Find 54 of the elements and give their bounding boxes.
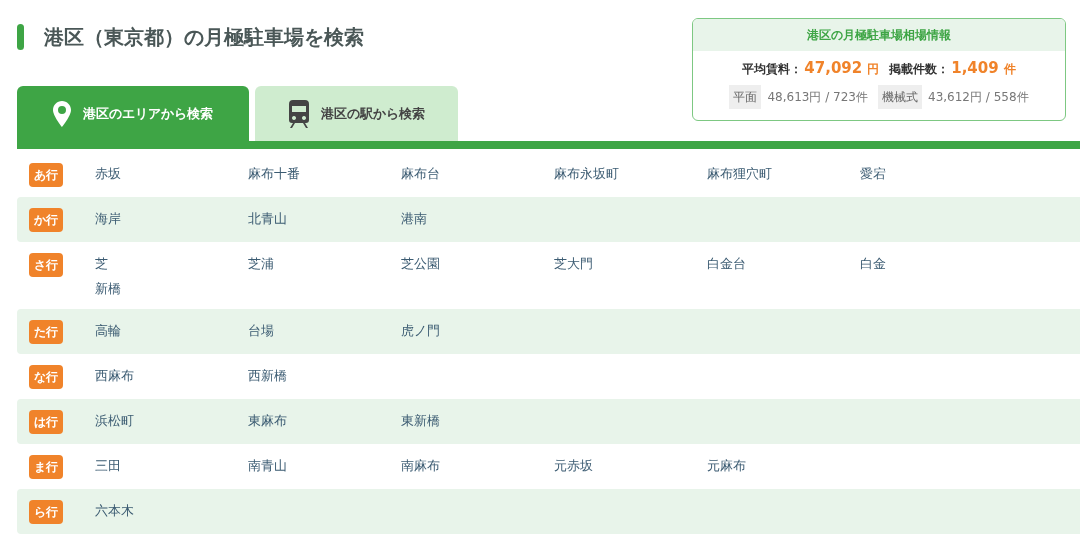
row-label: さ行 <box>29 253 63 277</box>
row-label: な行 <box>29 365 63 389</box>
yen-unit: 円 <box>867 61 880 78</box>
area-link[interactable]: 麻布台 <box>401 164 554 184</box>
price-breakdown: 43,612円 / 558件 <box>928 88 1029 106</box>
train-icon <box>288 99 309 128</box>
area-link[interactable]: 北青山 <box>248 209 401 229</box>
area-link[interactable]: 芝浦 <box>248 254 401 274</box>
row-label: ま行 <box>29 455 63 479</box>
area-link[interactable]: 麻布十番 <box>248 164 401 184</box>
parking-type-tag: 平面 <box>729 84 762 109</box>
area-link[interactable]: 虎ノ門 <box>401 321 554 341</box>
average-rent-value: 47,092 <box>804 58 863 79</box>
heading-marker <box>17 24 24 50</box>
average-rent-label: 平均賃料： <box>742 61 803 78</box>
listing-count-value: 1,409 <box>951 58 999 79</box>
area-link[interactable]: 六本木 <box>95 501 248 521</box>
area-link[interactable]: 元赤坂 <box>554 456 707 476</box>
area-link[interactable]: 芝公園 <box>401 254 554 274</box>
area-link[interactable]: 愛宕 <box>860 164 1013 184</box>
row-label: あ行 <box>29 163 63 187</box>
area-link[interactable]: 麻布狸穴町 <box>707 164 860 184</box>
row-label: ら行 <box>29 500 63 524</box>
area-link[interactable]: 新橋 <box>95 279 248 299</box>
area-link[interactable]: 芝 <box>95 254 248 274</box>
area-link[interactable]: 元麻布 <box>707 456 860 476</box>
row-label: か行 <box>29 208 63 232</box>
page-title: 港区（東京都）の月極駐車場を検索 <box>44 24 364 51</box>
listing-count-label: 掲載件数： <box>889 61 950 78</box>
area-link[interactable]: 港南 <box>401 209 554 229</box>
area-link[interactable]: 南青山 <box>248 456 401 476</box>
area-link[interactable]: 海岸 <box>95 209 248 229</box>
area-link[interactable]: 台場 <box>248 321 401 341</box>
area-link[interactable]: 白金 <box>860 254 1013 274</box>
search-tab[interactable]: 港区の駅から検索 <box>255 86 458 141</box>
row-label: は行 <box>29 410 63 434</box>
area-link[interactable]: 芝大門 <box>554 254 707 274</box>
count-unit: 件 <box>1003 61 1016 78</box>
parking-type-tag: 機械式 <box>878 84 922 109</box>
area-link[interactable]: 西新橋 <box>248 366 401 386</box>
area-link[interactable]: 高輪 <box>95 321 248 341</box>
price-breakdown: 48,613円 / 723件 <box>767 88 868 106</box>
area-link[interactable]: 東新橋 <box>401 411 554 431</box>
map-pin-icon <box>53 100 71 127</box>
area-link[interactable]: 南麻布 <box>401 456 554 476</box>
area-link[interactable]: 東麻布 <box>248 411 401 431</box>
card-title: 港区の月極駐車場相場情報 <box>693 19 1065 51</box>
area-link[interactable]: 麻布永坂町 <box>554 164 707 184</box>
area-link[interactable]: 三田 <box>95 456 248 476</box>
row-label: た行 <box>29 320 63 344</box>
area-link[interactable]: 西麻布 <box>95 366 248 386</box>
area-link[interactable]: 赤坂 <box>95 164 248 184</box>
area-link[interactable]: 浜松町 <box>95 411 248 431</box>
area-link[interactable]: 白金台 <box>707 254 860 274</box>
